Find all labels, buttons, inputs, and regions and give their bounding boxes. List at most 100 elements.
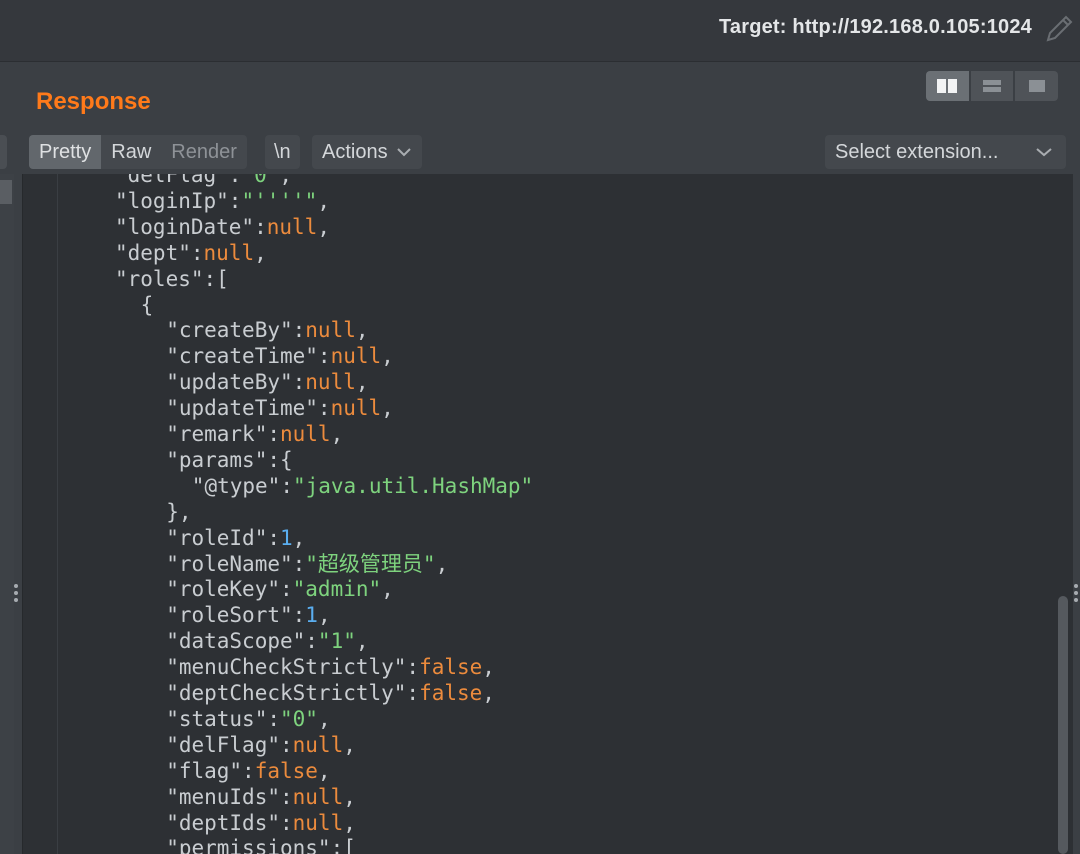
code-token: null xyxy=(292,784,344,809)
code-line: "permissions":[ xyxy=(166,835,356,854)
code-token: "delFlag" xyxy=(166,732,280,757)
request-panel-strip[interactable] xyxy=(0,174,14,854)
code-token: , xyxy=(343,810,356,835)
single-pane-icon xyxy=(1028,80,1045,92)
tab-pretty[interactable]: Pretty xyxy=(29,135,102,169)
request-panel-edge[interactable] xyxy=(0,135,7,169)
code-token: , xyxy=(381,344,394,369)
code-token: , xyxy=(254,240,267,265)
code-token: "menuCheckStrictly" xyxy=(166,655,407,680)
code-token: "params" xyxy=(166,447,268,472)
view-single-pane-button[interactable] xyxy=(1015,71,1059,101)
code-token: null xyxy=(203,240,255,265)
code-line: "roleSort":1, xyxy=(166,602,330,628)
code-token: , xyxy=(355,370,369,395)
code-token: "createBy" xyxy=(166,318,293,343)
view-tabs: Pretty Raw Render xyxy=(29,135,247,169)
tab-raw[interactable]: Raw xyxy=(101,135,161,169)
code-token: "0" xyxy=(241,174,280,187)
code-token: , xyxy=(435,551,449,576)
code-token: , xyxy=(317,603,331,628)
code-token: null xyxy=(330,396,382,421)
view-mode-switcher xyxy=(926,71,1059,101)
tab-render[interactable]: Render xyxy=(161,135,247,169)
extension-dropdown-arrow[interactable] xyxy=(1022,135,1066,169)
code-token: : xyxy=(267,422,280,446)
rows-icon xyxy=(983,80,1001,92)
code-token: "roles" xyxy=(115,266,204,291)
code-token: null xyxy=(292,732,344,757)
code-token: { xyxy=(140,292,154,317)
target-label: Target: http://192.168.0.105:1024 xyxy=(718,16,1032,38)
code-token: null xyxy=(305,370,356,395)
code-token: "超级管理员" xyxy=(305,551,436,576)
code-token: : xyxy=(292,551,306,576)
code-token: , xyxy=(317,706,331,731)
code-line: "createBy":null, xyxy=(166,317,368,343)
code-token: : xyxy=(242,758,255,783)
code-token: "java.util.HashMap" xyxy=(292,473,534,498)
editor-scrollbar-thumb[interactable] xyxy=(1058,596,1068,854)
editor-toolbar: Pretty Raw Render \n Actions Select exte… xyxy=(0,135,1080,169)
code-token: }, xyxy=(166,499,192,524)
code-token: : xyxy=(279,577,293,602)
code-token: : xyxy=(292,370,306,395)
code-token: , xyxy=(381,577,394,602)
newline-label: \n xyxy=(274,140,291,163)
code-token: null xyxy=(305,318,356,343)
actions-dropdown[interactable]: Actions xyxy=(312,135,422,169)
code-token: "deptIds" xyxy=(166,810,280,835)
request-panel-scrollbar-thumb[interactable] xyxy=(0,180,12,204)
code-line: }, xyxy=(166,499,191,525)
edit-pencil-icon[interactable] xyxy=(1042,12,1076,46)
code-token: "flag" xyxy=(166,758,243,783)
code-token: : xyxy=(267,706,280,731)
code-line: { xyxy=(141,292,154,318)
code-token: : xyxy=(279,732,293,757)
code-token: : xyxy=(279,784,293,809)
code-token: "updateBy" xyxy=(166,370,293,395)
code-token: 1 xyxy=(280,525,293,550)
code-line: "deptCheckStrictly":false, xyxy=(166,680,495,706)
left-resize-handle-icon[interactable] xyxy=(14,584,20,602)
code-token: , xyxy=(482,681,495,705)
code-token: false xyxy=(419,655,483,680)
code-token: "''''" xyxy=(241,188,318,213)
code-token: "roleName" xyxy=(166,551,293,576)
panel-title: Response xyxy=(36,88,151,115)
code-token: :[ xyxy=(330,836,356,854)
code-token: "dept" xyxy=(115,240,191,265)
code-token: , xyxy=(343,784,356,809)
code-line: "menuCheckStrictly":false, xyxy=(166,654,495,680)
code-token: : xyxy=(228,174,242,187)
select-extension-dropdown[interactable]: Select extension... xyxy=(825,135,1040,169)
code-token: "admin" xyxy=(292,577,382,602)
code-token: : xyxy=(292,318,306,343)
code-token: "0" xyxy=(280,706,318,731)
code-token: "@type" xyxy=(191,473,281,498)
view-split-horizontal-button[interactable] xyxy=(926,71,969,101)
code-token: :{ xyxy=(267,447,293,472)
code-token: : xyxy=(254,214,267,239)
code-token: "loginIp" xyxy=(115,188,229,213)
code-token: : xyxy=(406,655,420,680)
code-token: "roleId" xyxy=(166,525,268,550)
code-token: "remark" xyxy=(166,422,268,446)
code-token: , xyxy=(482,655,495,680)
code-line: "remark":null, xyxy=(166,421,343,447)
code-token: "roleKey" xyxy=(166,577,280,602)
code-token: : xyxy=(280,473,293,498)
code-line: "menuIds":null, xyxy=(166,784,356,810)
code-token: , xyxy=(317,758,331,783)
right-resize-handle-icon[interactable] xyxy=(1074,584,1080,602)
code-line: "roles":[ xyxy=(115,266,229,292)
newline-toggle-button[interactable]: \n xyxy=(265,135,300,169)
view-split-vertical-button[interactable] xyxy=(970,71,1014,101)
json-code-view[interactable]: "delFlag":"0", "loginIp":"''''", "loginDat… xyxy=(23,174,1053,854)
response-editor[interactable]: "delFlag":"0", "loginIp":"''''", "loginDat… xyxy=(22,174,1073,854)
code-token: , xyxy=(279,174,293,187)
target-bar: Target: http://192.168.0.105:1024 xyxy=(0,0,1080,62)
code-line: "dataScope":"1", xyxy=(166,628,368,654)
code-token: "updateTime" xyxy=(166,396,318,421)
code-token: , xyxy=(381,396,394,421)
